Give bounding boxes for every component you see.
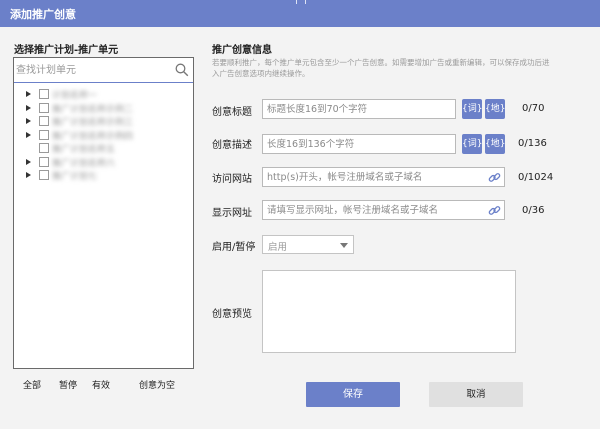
chevron-down-icon (340, 243, 348, 248)
save-button[interactable]: 保存 (306, 382, 400, 407)
visit-url-counter: 0/1024 (518, 172, 554, 183)
creative-preview-box (262, 270, 516, 353)
status-select-value: 启用 (268, 242, 288, 253)
expand-arrow-icon[interactable] (26, 118, 31, 124)
tree-item-label: 推广计划名称五 (52, 145, 116, 155)
tree-item[interactable]: 推广计划名称示例二 (24, 102, 189, 116)
display-url-counter: 0/36 (522, 205, 545, 216)
tree-item-label: 推广计划名称示例二 (52, 104, 134, 115)
insert-location-button[interactable]: {地} (485, 134, 505, 154)
display-url-input[interactable] (267, 203, 485, 218)
filter-all-link[interactable]: 全部 (23, 378, 41, 391)
expand-arrow-icon[interactable] (26, 91, 31, 97)
link-icon (488, 206, 501, 215)
expand-arrow-icon[interactable] (26, 104, 31, 111)
search-icon[interactable] (175, 63, 189, 77)
filter-active-link[interactable]: 有效 (92, 378, 110, 391)
creative-desc-input[interactable] (267, 137, 451, 152)
display-url-field (262, 200, 505, 220)
creative-title-field (262, 99, 456, 119)
creative-desc-field (262, 134, 456, 154)
dialog-title: 添加推广创意 (10, 8, 76, 21)
creative-info-title: 推广创意信息 (212, 45, 272, 56)
tree-item-checkbox[interactable] (39, 102, 49, 113)
creative-info-note: 若要顺利推广，每个推广单元包含至少一个广告创意。如需要增加广告或重新编辑，可以保… (212, 58, 550, 78)
status-label: 启用/暂停 (212, 242, 256, 253)
tree-item[interactable]: 推广计划名称示例四 (24, 129, 189, 143)
expand-arrow-icon[interactable] (26, 131, 31, 138)
tree-item[interactable]: 推广计划名称五 (24, 142, 189, 156)
preview-label: 创意预览 (212, 309, 252, 320)
tree-item-checkbox[interactable] (39, 116, 49, 126)
insert-keyword-button[interactable]: {词} (462, 134, 482, 154)
tree-item-checkbox[interactable] (39, 129, 49, 140)
creative-desc-label: 创意描述 (212, 140, 252, 151)
plan-unit-search-input[interactable] (16, 61, 174, 79)
tree-item[interactable]: 推广计划七 (24, 169, 189, 183)
visit-url-label: 访问网站 (212, 174, 252, 185)
expand-arrow-icon[interactable] (26, 172, 31, 178)
tree-item-label: 推广计划七 (52, 172, 98, 182)
tree-filter-bar: 全部 暂停 有效 创意为空 (13, 374, 194, 396)
tree-item[interactable]: 推广计划名称示例三 (24, 115, 189, 129)
visit-url-field (262, 167, 505, 187)
insert-keyword-button[interactable]: {词} (462, 99, 482, 119)
tree-item-label: 推广计划名称六 (52, 158, 116, 169)
tree-item-checkbox[interactable] (39, 143, 49, 153)
filter-paused-link[interactable]: 暂停 (59, 378, 77, 391)
tree-item-label: 推广计划名称示例三 (52, 118, 134, 128)
plan-unit-tree-panel: 计划名称一 推广计划名称示例二 推广计划名称示例三 推广计划名称示例四 推广计划… (13, 57, 194, 369)
titlebar-notch (296, 0, 306, 4)
creative-desc-counter: 0/136 (518, 138, 547, 149)
tree-item-checkbox[interactable] (39, 170, 49, 180)
plan-unit-search (14, 58, 193, 83)
link-icon (488, 173, 501, 182)
filter-empty-creative-link[interactable]: 创意为空 (139, 378, 175, 391)
tree-item-checkbox[interactable] (39, 156, 49, 167)
plan-unit-panel-title: 选择推广计划-推广单元 (14, 45, 119, 56)
dialog-titlebar: 添加推广创意 (0, 0, 600, 27)
tree-item-checkbox[interactable] (39, 89, 49, 99)
insert-location-button[interactable]: {地} (485, 99, 505, 119)
plan-unit-tree: 计划名称一 推广计划名称示例二 推广计划名称示例三 推广计划名称示例四 推广计划… (24, 88, 189, 183)
tree-item-label: 计划名称一 (52, 91, 98, 101)
creative-title-input[interactable] (267, 102, 451, 117)
tree-item-label: 推广计划名称示例四 (52, 131, 134, 142)
visit-url-input[interactable] (267, 170, 485, 185)
expand-arrow-icon[interactable] (26, 158, 31, 165)
status-select[interactable]: 启用 (262, 235, 354, 254)
tree-item[interactable]: 计划名称一 (24, 88, 189, 102)
creative-title-counter: 0/70 (522, 103, 545, 114)
cancel-button[interactable]: 取消 (429, 382, 523, 407)
tree-item[interactable]: 推广计划名称六 (24, 156, 189, 170)
creative-title-label: 创意标题 (212, 107, 252, 118)
display-url-label: 显示网址 (212, 208, 252, 219)
